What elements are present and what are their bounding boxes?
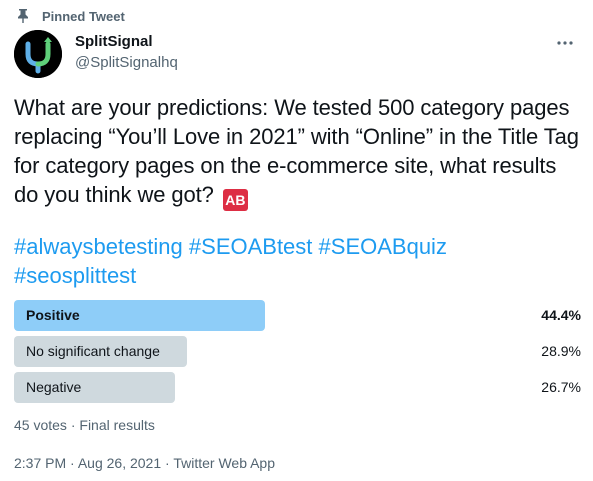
poll: Positive 44.4% No significant change 28.… <box>14 300 581 408</box>
poll-option-label: No significant change <box>26 343 160 359</box>
avatar[interactable] <box>14 30 62 78</box>
poll-option-percent: 44.4% <box>541 307 581 323</box>
hashtag-seoabquiz[interactable]: #SEOABquiz <box>319 234 447 259</box>
pinned-label: Pinned Tweet <box>42 8 125 24</box>
hashtags: #alwaysbetesting #SEOABtest #SEOABquiz #… <box>14 232 574 290</box>
poll-option-label: Negative <box>26 379 82 395</box>
tweet-body: What are your predictions: We tested 500… <box>14 95 579 207</box>
tweet-header: SplitSignal @SplitSignalhq <box>14 30 579 78</box>
tweet-time[interactable]: 2:37 PM <box>14 455 66 471</box>
pin-icon <box>16 8 30 24</box>
ab-button-emoji-icon: AB <box>222 189 248 211</box>
poll-option-positive: Positive 44.4% <box>14 300 581 332</box>
poll-option-label: Positive <box>26 307 80 323</box>
poll-meta: 45 votes · Final results <box>14 417 155 433</box>
tweet-source[interactable]: Twitter Web App <box>173 455 275 471</box>
author-name[interactable]: SplitSignal <box>75 33 153 50</box>
tweet-timestamp: 2:37 PM · Aug 26, 2021 · Twitter Web App <box>14 455 275 471</box>
pinned-tweet-indicator: Pinned Tweet <box>16 7 125 25</box>
poll-option-no-significant-change: No significant change 28.9% <box>14 336 581 368</box>
author-handle[interactable]: @SplitSignalhq <box>75 54 178 71</box>
poll-option-percent: 26.7% <box>541 379 581 395</box>
tweet-text: What are your predictions: We tested 500… <box>14 93 584 211</box>
tweet-date[interactable]: Aug 26, 2021 <box>78 455 161 471</box>
separator: · <box>70 455 75 471</box>
poll-option-percent: 28.9% <box>541 343 581 359</box>
hashtag-seoabtest[interactable]: #SEOABtest <box>189 234 313 259</box>
separator: · <box>165 455 170 471</box>
more-dots-icon[interactable] <box>555 33 575 53</box>
hashtag-alwaysbetesting[interactable]: #alwaysbetesting <box>14 234 183 259</box>
poll-votes: 45 votes <box>14 417 67 433</box>
poll-option-negative: Negative 26.7% <box>14 372 581 404</box>
separator: · <box>70 417 76 433</box>
poll-status: Final results <box>79 417 155 433</box>
hashtag-seosplittest[interactable]: #seosplittest <box>14 263 136 288</box>
